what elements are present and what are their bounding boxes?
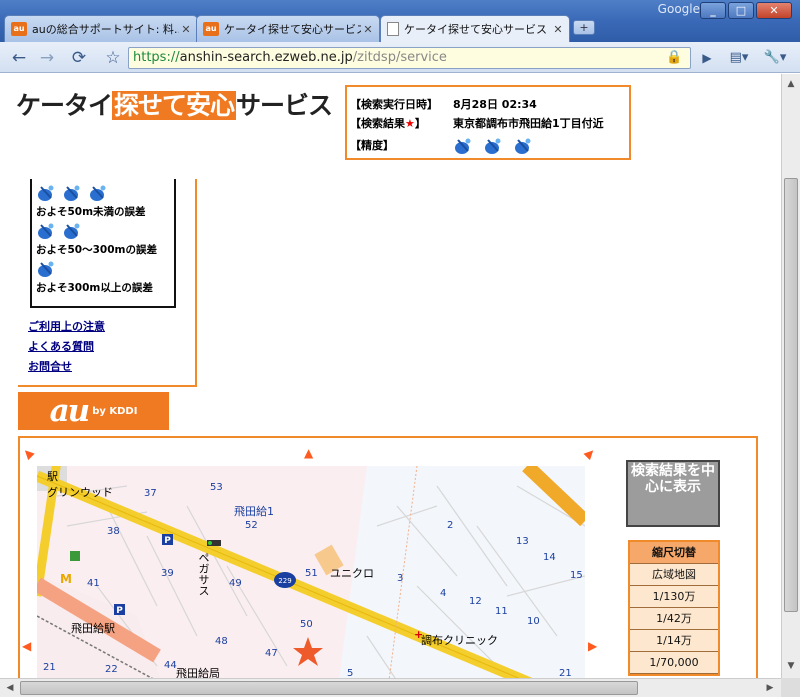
back-button[interactable]: ← bbox=[6, 47, 32, 69]
reload-button[interactable]: ⟳ bbox=[66, 47, 92, 69]
map-controls: 検索結果を中心に表示 縮尺切替 広域地図 1/130万 1/42万 1/14万 … bbox=[626, 460, 720, 676]
scroll-down-icon[interactable]: ▼ bbox=[783, 658, 799, 674]
antenna-icon bbox=[38, 185, 54, 201]
star-icon: ★ bbox=[405, 117, 415, 130]
tab-title: ケータイ探せて安心サービス bbox=[404, 23, 547, 36]
search-info-box: 【検索実行日時】 8月28日 02:34 【検索結果★】 東京都調布市飛田給1丁… bbox=[345, 85, 631, 160]
au-favicon-icon: au bbox=[11, 22, 27, 36]
bookmark-star-icon[interactable]: ☆ bbox=[100, 47, 126, 69]
legend-high-text: およそ50m未満の誤差 bbox=[36, 206, 146, 218]
service-logo: ケータイ探せて安心サービス bbox=[16, 86, 333, 122]
window-titlebar: Google _ □ ✕ au auの総合サポートサイト: 料… ✕ au ケー… bbox=[0, 0, 800, 42]
scale-option-1-130man[interactable]: 1/130万 bbox=[630, 586, 718, 608]
vertical-scroll-thumb[interactable] bbox=[784, 178, 798, 612]
center-on-result-button[interactable]: 検索結果を中心に表示 bbox=[626, 460, 720, 527]
search-result-value: 東京都調布市飛田給1丁目付近 bbox=[453, 117, 604, 130]
legend-high-antennas bbox=[36, 183, 174, 205]
pan-northwest-arrow-icon[interactable]: ▲ bbox=[19, 445, 35, 461]
scale-option-1-70000[interactable]: 1/70,000 bbox=[630, 652, 718, 674]
scroll-left-icon[interactable]: ◀ bbox=[2, 680, 18, 696]
antenna-icon bbox=[90, 185, 106, 201]
forward-button[interactable]: → bbox=[34, 47, 60, 69]
go-button[interactable]: ▶ bbox=[694, 47, 720, 69]
address-bar[interactable]: https://anshin-search.ezweb.ne.jp/zitdsp… bbox=[128, 47, 691, 69]
horizontal-scroll-thumb[interactable] bbox=[20, 681, 638, 695]
tab-title: auの総合サポートサイト: 料… bbox=[32, 23, 179, 36]
scroll-corner bbox=[781, 678, 800, 697]
au-kddi-logo[interactable]: au by KDDI bbox=[18, 392, 169, 430]
antenna-icon bbox=[38, 223, 54, 239]
scale-option-1-42man[interactable]: 1/42万 bbox=[630, 608, 718, 630]
antenna-icon bbox=[453, 136, 474, 157]
pan-northeast-arrow-icon[interactable]: ▲ bbox=[582, 445, 598, 461]
scale-selector: 縮尺切替 広域地図 1/130万 1/42万 1/14万 1/70,000 bbox=[628, 540, 720, 676]
url-scheme: https:// bbox=[133, 50, 180, 65]
new-tab-button[interactable]: + bbox=[573, 20, 595, 35]
wrench-menu-icon[interactable]: 🔧▾ bbox=[758, 47, 792, 69]
block-numbers: 37 53 38 52 39 51 41 49 48 47 50 21 22 4… bbox=[43, 482, 583, 678]
link-usage-notes[interactable]: ご利用上の注意 bbox=[28, 317, 105, 337]
close-tab-icon[interactable]: ✕ bbox=[551, 23, 565, 36]
search-time-label: 【検索実行日時】 bbox=[350, 98, 438, 111]
map-frame: ▲ ▲ ▲ ◀ ▶ 229 P P M + 駅 グリンウッド 飛田給1 ペガサス… bbox=[18, 436, 758, 678]
scale-option-1-14man[interactable]: 1/14万 bbox=[630, 630, 718, 652]
horizontal-scrollbar[interactable]: ◀ ▶ bbox=[0, 678, 781, 697]
link-contact[interactable]: お問合せ bbox=[28, 357, 105, 377]
lock-icon[interactable]: 🔒 bbox=[666, 50, 682, 65]
url-host: anshin-search.ezweb.ne.jp bbox=[179, 50, 353, 65]
antenna-icon bbox=[514, 138, 531, 154]
accuracy-legend: およそ50m未満の誤差 およそ50～300mの誤差 およそ300m以上の誤差 bbox=[30, 179, 176, 308]
scroll-right-icon[interactable]: ▶ bbox=[762, 680, 778, 696]
search-result-label: 【検索結果★】 bbox=[350, 117, 426, 130]
browser-brand: Google bbox=[657, 2, 700, 16]
close-window-button[interactable]: ✕ bbox=[756, 2, 792, 19]
antenna-icon bbox=[484, 138, 501, 154]
tab-title: ケータイ探せて安心サービス |… bbox=[224, 23, 361, 36]
map-canvas[interactable]: 229 P P M + 駅 グリンウッド 飛田給1 ペガサス ユニクロ 調布クリ… bbox=[37, 466, 585, 678]
maximize-button[interactable]: □ bbox=[728, 2, 754, 19]
left-sidebar: およそ50m未満の誤差 およそ50～300mの誤差 およそ300m以上の誤差 ご… bbox=[18, 179, 197, 387]
pan-west-arrow-icon[interactable]: ◀ bbox=[22, 639, 31, 653]
close-tab-icon[interactable]: ✕ bbox=[361, 23, 375, 36]
scale-header: 縮尺切替 bbox=[630, 542, 718, 564]
help-links: ご利用上の注意 よくある質問 お問合せ bbox=[28, 317, 105, 377]
pan-east-arrow-icon[interactable]: ▶ bbox=[588, 639, 597, 653]
tab-au-support[interactable]: au auの総合サポートサイト: 料… ✕ bbox=[4, 15, 198, 42]
url-path: /zitdsp/service bbox=[352, 50, 447, 65]
logo-prefix: ケータイ bbox=[16, 91, 113, 120]
au-favicon-icon: au bbox=[203, 22, 219, 36]
tab-anshin-search[interactable]: au ケータイ探せて安心サービス |… ✕ bbox=[196, 15, 380, 42]
search-time-value: 8月28日 02:34 bbox=[453, 98, 537, 111]
tab-anshin-service-active[interactable]: ケータイ探せて安心サービス ✕ bbox=[380, 15, 570, 42]
minimize-button[interactable]: _ bbox=[700, 2, 726, 19]
browser-toolbar: ← → ⟳ ☆ https://anshin-search.ezweb.ne.j… bbox=[0, 42, 800, 73]
scale-option-wide[interactable]: 広域地図 bbox=[630, 564, 718, 586]
logo-highlight: 探せて安心 bbox=[112, 91, 237, 120]
scroll-up-icon[interactable]: ▲ bbox=[783, 76, 799, 92]
vertical-scrollbar[interactable]: ▲ ▼ bbox=[781, 74, 800, 678]
legend-low-antennas bbox=[36, 259, 174, 281]
page-menu-icon[interactable]: ▤▾ bbox=[724, 47, 754, 69]
legend-mid-antennas bbox=[36, 221, 174, 243]
antenna-icon bbox=[38, 261, 54, 277]
pan-north-arrow-icon[interactable]: ▲ bbox=[304, 446, 313, 460]
close-tab-icon[interactable]: ✕ bbox=[179, 23, 193, 36]
accuracy-antennas bbox=[453, 136, 539, 157]
antenna-icon bbox=[64, 223, 80, 239]
link-faq[interactable]: よくある質問 bbox=[28, 337, 105, 357]
page-favicon-icon bbox=[387, 22, 399, 36]
logo-suffix: サービス bbox=[236, 91, 333, 120]
accuracy-label: 【精度】 bbox=[350, 139, 394, 152]
antenna-icon bbox=[64, 185, 80, 201]
page-viewport: ケータイ探せて安心サービス 【検索実行日時】 8月28日 02:34 【検索結果… bbox=[0, 74, 781, 678]
window-controls: _ □ ✕ bbox=[700, 2, 792, 19]
legend-low-text: およそ300m以上の誤差 bbox=[36, 282, 153, 294]
legend-mid-text: およそ50～300mの誤差 bbox=[36, 244, 157, 256]
